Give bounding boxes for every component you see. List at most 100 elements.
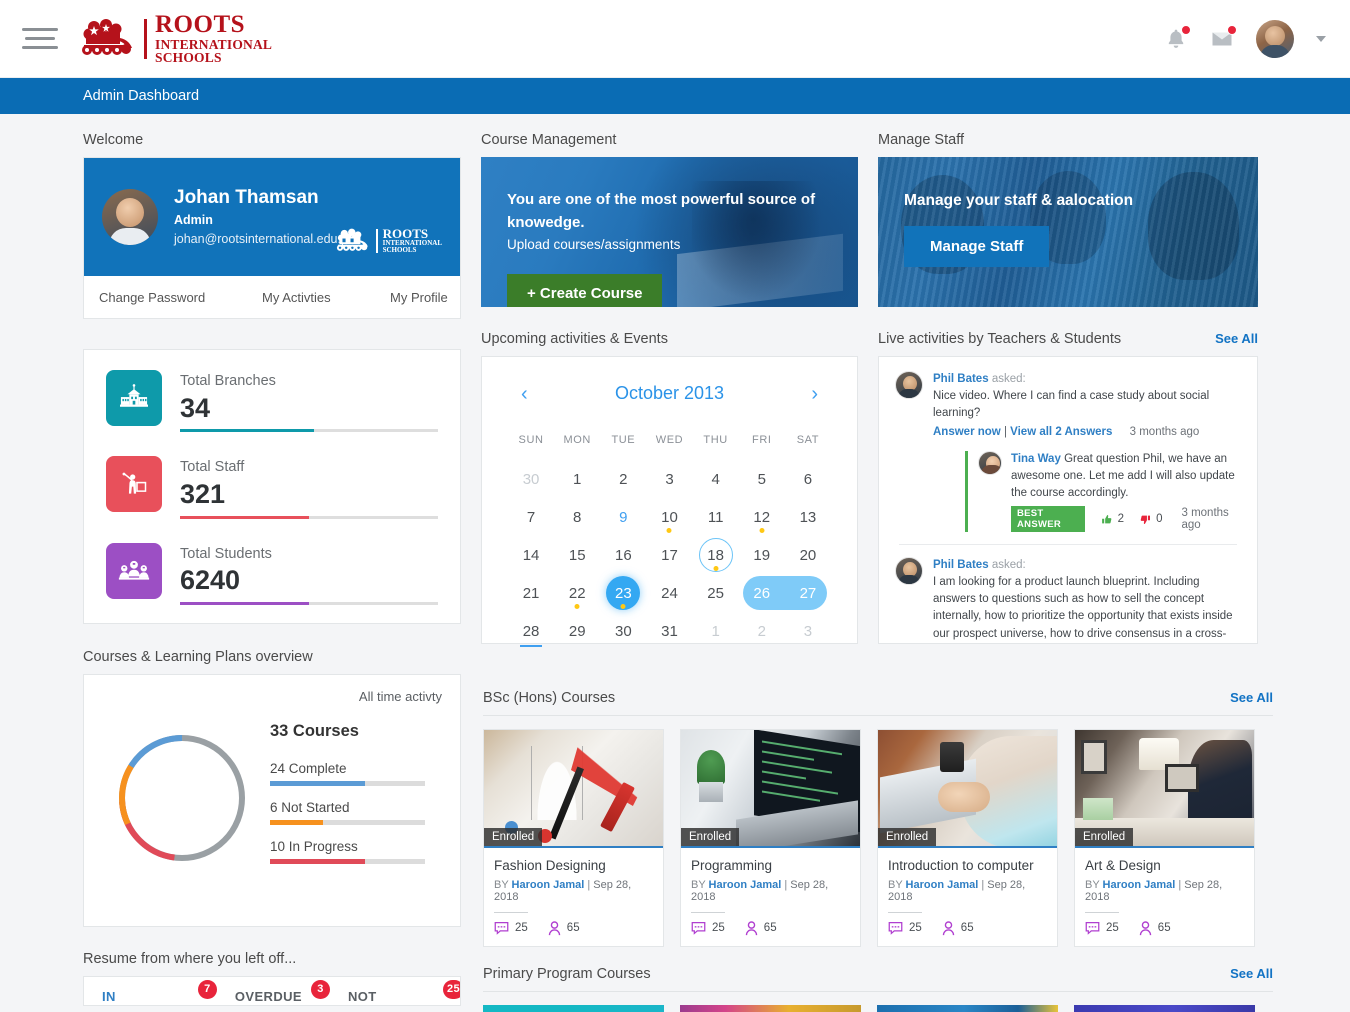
calendar-day[interactable]: 12 xyxy=(739,500,785,534)
brand-logo[interactable]: ROOTS INTERNATIONAL SCHOOLS xyxy=(80,11,272,65)
resume-tab-overdue[interactable]: OVERDUE 3 xyxy=(235,979,330,1005)
resume-tab-in-progress[interactable]: IN PROGRESS 7 xyxy=(102,979,217,1005)
stat-students-track xyxy=(180,601,438,605)
calendar-day[interactable]: 16 xyxy=(600,538,646,572)
manage-staff-section-title: Manage Staff xyxy=(878,132,964,148)
calendar-day[interactable]: 10 xyxy=(646,500,692,534)
chevron-right-icon[interactable]: › xyxy=(811,384,818,404)
course-author[interactable]: Haroon Jamal xyxy=(512,879,585,891)
view-answers-link[interactable]: View all 2 Answers xyxy=(1010,426,1112,438)
resume-tab-not-started[interactable]: NOT STARTED 25 xyxy=(348,979,460,1005)
bsc-see-all[interactable]: See All xyxy=(1230,690,1273,705)
course-students: 65 xyxy=(548,921,580,936)
hamburger-menu-icon[interactable] xyxy=(22,24,62,54)
calendar-day[interactable]: 2 xyxy=(600,462,646,496)
course-author[interactable]: Haroon Jamal xyxy=(709,879,782,891)
calendar-day-number: 2 xyxy=(619,470,628,488)
calendar-day[interactable]: 7 xyxy=(508,500,554,534)
course-card[interactable]: Enrolled Programming BY Haroon Jamal | S… xyxy=(680,729,861,947)
course-student-count: 65 xyxy=(566,922,580,935)
calendar-day[interactable]: 3 xyxy=(646,462,692,496)
thumbs-down-icon[interactable] xyxy=(1140,513,1151,526)
calendar-day-number: 11 xyxy=(707,508,724,526)
notifications-button[interactable] xyxy=(1164,24,1191,51)
course-title[interactable]: Art & Design xyxy=(1085,857,1244,876)
calendar-day[interactable]: 8 xyxy=(554,500,600,534)
brand-line-1: ROOTS xyxy=(155,11,246,39)
thumbs-up-icon[interactable] xyxy=(1101,513,1112,526)
welcome-card-header: Johan Thamsan Admin johan@rootsinternati… xyxy=(84,158,460,276)
avatar[interactable] xyxy=(1256,19,1294,58)
chevron-left-icon[interactable]: ‹ xyxy=(521,384,528,404)
calendar-day[interactable]: 25 xyxy=(693,576,739,610)
calendar-day[interactable]: 5 xyxy=(739,462,785,496)
calendar-day[interactable]: 19 xyxy=(739,538,785,572)
calendar-day[interactable]: 22 xyxy=(554,576,600,610)
course-card[interactable] xyxy=(877,1005,1058,1012)
change-password-link[interactable]: Change Password xyxy=(84,290,262,305)
manage-staff-button[interactable]: Manage Staff xyxy=(904,226,1050,268)
enrolled-badge: Enrolled xyxy=(1075,828,1134,846)
calendar-day[interactable]: 4 xyxy=(693,462,739,496)
courses-overview-card: All time activty 33 Courses 24 Complete … xyxy=(83,673,461,927)
calendar-day[interactable]: 28 xyxy=(508,614,554,648)
calendar-day-range-end[interactable]: 27 xyxy=(772,576,831,610)
calendar-day[interactable]: 30 xyxy=(508,462,554,496)
course-card[interactable]: Enrolled Introduction to computer BY Har… xyxy=(877,729,1058,947)
bsc-courses-section: BSc (Hons) Courses See All Enrolled Fash… xyxy=(483,690,1273,947)
calendar-day[interactable]: 13 xyxy=(785,500,831,534)
calendar-day[interactable]: 30 xyxy=(600,614,646,648)
post-avatar xyxy=(895,371,923,399)
messages-button[interactable] xyxy=(1210,24,1237,51)
calendar-day-selected[interactable]: 23 xyxy=(600,576,646,610)
calendar-day[interactable]: 31 xyxy=(646,614,692,648)
primary-see-all[interactable]: See All xyxy=(1230,966,1273,981)
welcome-avatar xyxy=(102,189,158,245)
create-course-button[interactable]: + Create Course xyxy=(507,273,663,307)
course-title[interactable]: Fashion Designing xyxy=(494,857,653,876)
course-author[interactable]: Haroon Jamal xyxy=(906,879,979,891)
answer-now-link[interactable]: Answer now xyxy=(933,426,1001,438)
course-card[interactable] xyxy=(483,1005,664,1012)
calendar-day[interactable]: 15 xyxy=(554,538,600,572)
course-author[interactable]: Haroon Jamal xyxy=(1103,879,1176,891)
comment-icon xyxy=(1085,922,1100,936)
my-profile-link[interactable]: My Profile xyxy=(390,290,448,305)
calendar-day[interactable]: 6 xyxy=(785,462,831,496)
course-banner-subline: Upload courses/assignments xyxy=(507,237,681,252)
course-card[interactable]: Enrolled Art & Design BY Haroon Jamal | … xyxy=(1074,729,1255,947)
calendar-day[interactable]: 14 xyxy=(508,538,554,572)
calendar-day[interactable]: 17 xyxy=(646,538,692,572)
teacher-icon xyxy=(106,456,162,513)
brand-line-3: SCHOOLS xyxy=(155,49,222,65)
calendar-day[interactable]: 1 xyxy=(554,462,600,496)
calendar-day[interactable]: 21 xyxy=(508,576,554,610)
calendar-day[interactable]: 11 xyxy=(693,500,739,534)
bsc-course-grid: Enrolled Fashion Designing BY Haroon Jam… xyxy=(483,729,1273,947)
reply-author[interactable]: Tina Way xyxy=(1011,453,1061,465)
reply-text-line: Tina Way Great question Phil, we have an… xyxy=(1011,451,1241,503)
calendar-day[interactable]: 3 xyxy=(785,614,831,648)
calendar-day[interactable]: 24 xyxy=(646,576,692,610)
course-title[interactable]: Programming xyxy=(691,857,850,876)
calendar-day[interactable]: 20 xyxy=(785,538,831,572)
calendar-day-today[interactable]: 18 xyxy=(693,538,739,572)
calendar-day[interactable]: 29 xyxy=(554,614,600,648)
post-author[interactable]: Phil Bates xyxy=(933,559,989,571)
course-card[interactable] xyxy=(680,1005,861,1012)
course-card[interactable]: Enrolled Fashion Designing BY Haroon Jam… xyxy=(483,729,664,947)
live-activities-see-all[interactable]: See All xyxy=(1215,331,1258,346)
course-card[interactable] xyxy=(1074,1005,1255,1012)
chevron-down-icon[interactable] xyxy=(1316,35,1326,42)
course-title[interactable]: Introduction to computer xyxy=(888,857,1047,876)
post-body: Phil Bates asked: Nice video. Where I ca… xyxy=(933,371,1241,533)
calendar-header: ‹ October 2013 › xyxy=(508,375,831,404)
course-management-banner: You are one of the most powerful source … xyxy=(481,157,858,307)
overview-legend: 33 Courses 24 Complete 6 Not Started 10 … xyxy=(262,718,442,878)
calendar-day[interactable]: 2 xyxy=(739,614,785,648)
calendar-day[interactable]: 9 xyxy=(600,500,646,534)
calendar-day[interactable]: 1 xyxy=(693,614,739,648)
post-author[interactable]: Phil Bates xyxy=(933,373,989,385)
my-activities-link[interactable]: My Activties xyxy=(262,290,390,305)
overview-filter[interactable]: All time activty xyxy=(102,689,442,704)
